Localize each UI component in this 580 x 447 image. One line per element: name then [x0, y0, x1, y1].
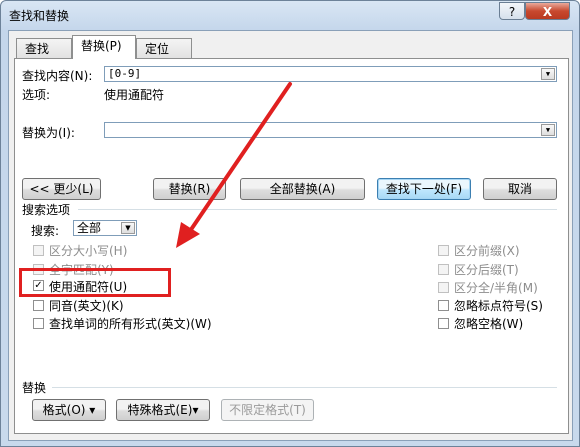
tab-replace[interactable]: 替换(P) [72, 35, 136, 59]
annotation-arrow-icon [176, 82, 292, 248]
